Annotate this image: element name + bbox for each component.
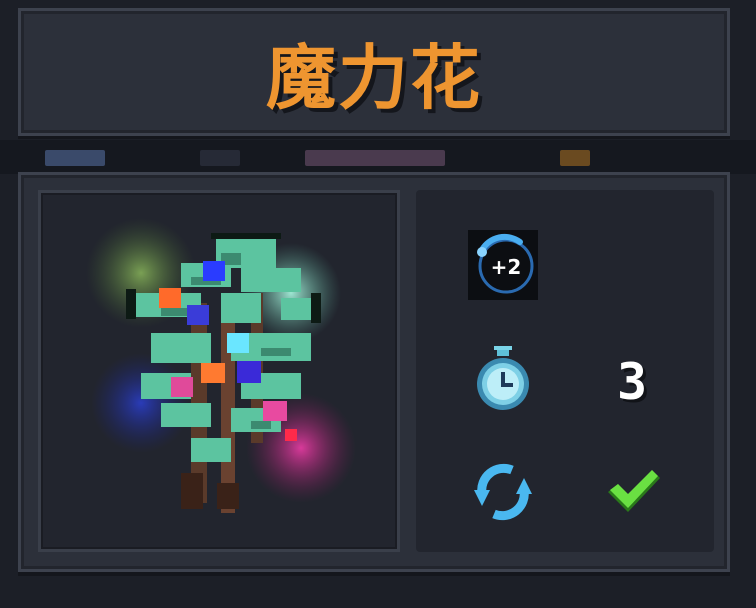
cooldown-value: 3	[616, 353, 648, 411]
background-item-tile	[45, 150, 105, 166]
item-name-title: 魔力花	[266, 36, 482, 119]
item-title-panel: 魔力花	[18, 8, 730, 136]
item-stats-panel	[416, 190, 714, 552]
checkmark-icon	[606, 466, 662, 516]
background-item-tile	[305, 150, 445, 166]
background-item-tile	[560, 150, 590, 166]
magic-flower-sprite	[86, 218, 356, 513]
refresh-arrows-icon	[472, 462, 534, 522]
mana-bonus-badge: +2	[491, 255, 522, 279]
item-art-frame	[38, 190, 400, 552]
stopwatch-icon	[472, 346, 534, 412]
mana-plus-icon: +2	[468, 230, 538, 300]
background-item-tile	[200, 150, 240, 166]
